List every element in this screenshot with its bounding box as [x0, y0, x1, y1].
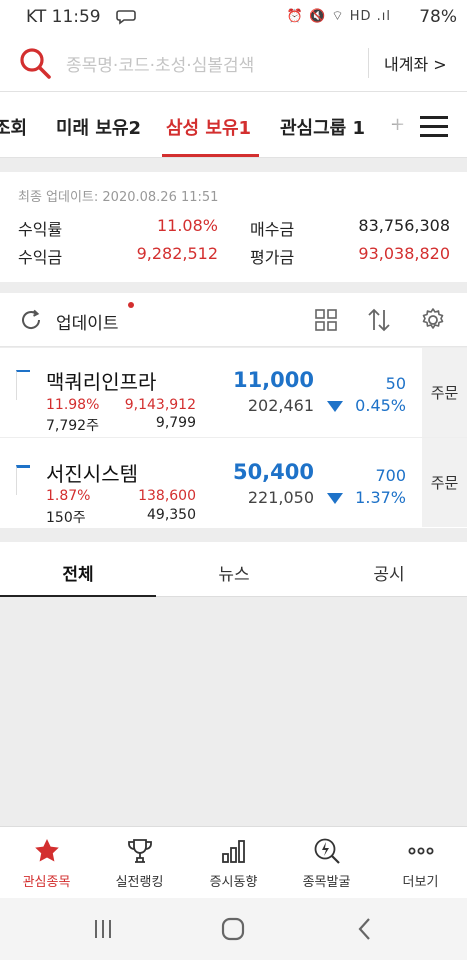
nav-label: 관심종목 [22, 875, 71, 890]
my-account-link[interactable]: 내계좌 > [384, 51, 447, 75]
stock-avg-price: 49,350 [147, 507, 196, 523]
mini-chart [16, 465, 30, 495]
group-tabs: 조회 미래 보유2 삼성 보유1 관심그룹 1 + [0, 92, 467, 158]
stock-row[interactable]: 맥쿼리인프라 11.98% 9,143,912 7,792주 9,799 11,… [0, 348, 467, 437]
news-tabs: 전체 뉴스 공시 [0, 542, 467, 597]
message-icon [116, 10, 136, 25]
home-icon[interactable] [218, 916, 248, 942]
nav-stock-discovery[interactable]: 종목발굴 [280, 827, 373, 899]
stock-profit: 9,143,912 [124, 397, 196, 413]
stock-volume: 221,050 [247, 488, 314, 507]
tab-mirae-holding2[interactable]: 미래 보유2 [56, 114, 141, 140]
profit-value: 9,282,512 [136, 244, 218, 263]
divider [368, 48, 369, 78]
stock-volume: 202,461 [247, 396, 314, 415]
tab-disclosure[interactable]: 공시 [311, 560, 467, 585]
valuation-label: 평가금 [250, 248, 295, 267]
stock-name: 맥쿼리인프라 [46, 370, 157, 394]
stock-shares: 7,792주 [46, 418, 99, 434]
more-icon [408, 847, 434, 855]
system-icons: ⏰ 🔇 ⌔ HD .ıl [286, 9, 391, 24]
order-button[interactable]: 주문 [422, 438, 467, 527]
purchase-value: 83,756,308 [358, 216, 450, 235]
down-arrow-icon [327, 493, 343, 504]
nav-label: 증시동향 [209, 875, 258, 890]
nav-market-trend[interactable]: 증시동향 [187, 827, 280, 899]
portfolio-summary: 최종 업데이트: 2020.08.26 11:51 수익률 11.08% 매수금… [0, 172, 467, 282]
nav-more[interactable]: 더보기 [374, 827, 467, 899]
stock-row[interactable]: 서진시스템 1.87% 138,600 150주 49,350 50,400 2… [0, 437, 467, 527]
nav-label: 더보기 [402, 875, 439, 890]
nav-interest-stocks[interactable]: 관심종목 [0, 827, 93, 899]
tab-news[interactable]: 뉴스 [156, 560, 312, 585]
back-icon[interactable] [350, 916, 380, 942]
list-controls: 업데이트 [0, 293, 467, 347]
sort-icon[interactable] [366, 307, 392, 333]
stock-price: 11,000 [232, 368, 314, 392]
new-badge-dot [128, 302, 134, 308]
return-rate-label: 수익률 [18, 220, 63, 239]
search-icon[interactable] [18, 46, 52, 80]
stock-change: 700 [375, 466, 406, 485]
battery-level: 78% [419, 7, 457, 27]
stock-change-rate: 1.37% [355, 488, 406, 507]
trophy-icon [128, 839, 152, 863]
stock-avg-price: 9,799 [155, 415, 196, 431]
menu-icon[interactable] [420, 116, 448, 138]
search-bar: 종목명·코드·초성·심볼검색 내계좌 > [0, 34, 467, 92]
last-updated: 최종 업데이트: 2020.08.26 11:51 [18, 190, 219, 205]
stock-return-rate: 11.98% [46, 397, 100, 413]
stock-price: 50,400 [232, 460, 314, 484]
grid-view-icon[interactable] [314, 308, 338, 332]
stock-list: 맥쿼리인프라 11.98% 9,143,912 7,792주 9,799 11,… [0, 348, 467, 528]
status-bar: KT 11:59 ⏰ 🔇 ⌔ HD .ıl 78% [0, 0, 467, 34]
tab-samsung-holding1[interactable]: 삼성 보유1 [166, 114, 251, 140]
update-button[interactable]: 업데이트 [56, 309, 119, 334]
stock-shares: 150주 [46, 510, 86, 526]
search-input[interactable]: 종목명·코드·초성·심볼검색 [66, 51, 254, 76]
gear-icon[interactable] [420, 307, 446, 333]
nav-label: 실전랭킹 [115, 875, 164, 890]
purchase-label: 매수금 [250, 220, 295, 239]
bottom-nav: 관심종목 실전랭킹 증시동향 종목발굴 더보기 [0, 826, 467, 898]
active-tab-indicator [0, 595, 156, 597]
return-rate-value: 11.08% [156, 216, 218, 235]
carrier-time: KT 11:59 [26, 7, 101, 27]
down-arrow-icon [327, 401, 343, 412]
tab-interest-group1[interactable]: 관심그룹 1 [280, 114, 365, 140]
refresh-icon[interactable] [18, 307, 44, 333]
profit-label: 수익금 [18, 248, 63, 267]
tab-fade [388, 92, 418, 157]
stock-profit: 138,600 [138, 488, 196, 504]
stock-name: 서진시스템 [46, 462, 138, 486]
stock-change: 50 [385, 374, 406, 393]
active-tab-indicator [162, 154, 259, 157]
tab-inquiry[interactable]: 조회 [0, 114, 27, 140]
star-icon [35, 839, 59, 862]
recent-apps-icon[interactable] [88, 916, 118, 942]
mini-chart [16, 370, 30, 400]
bar-chart-icon [222, 840, 245, 863]
nav-ranking[interactable]: 실전랭킹 [93, 827, 186, 899]
stock-return-rate: 1.87% [46, 488, 91, 504]
stock-change-rate: 0.45% [355, 396, 406, 415]
valuation-value: 93,038,820 [358, 244, 450, 263]
nav-label: 종목발굴 [302, 875, 351, 890]
tab-all[interactable]: 전체 [0, 560, 156, 585]
system-nav-bar [0, 898, 467, 960]
order-button[interactable]: 주문 [422, 348, 467, 437]
lightning-search-icon [314, 838, 340, 864]
